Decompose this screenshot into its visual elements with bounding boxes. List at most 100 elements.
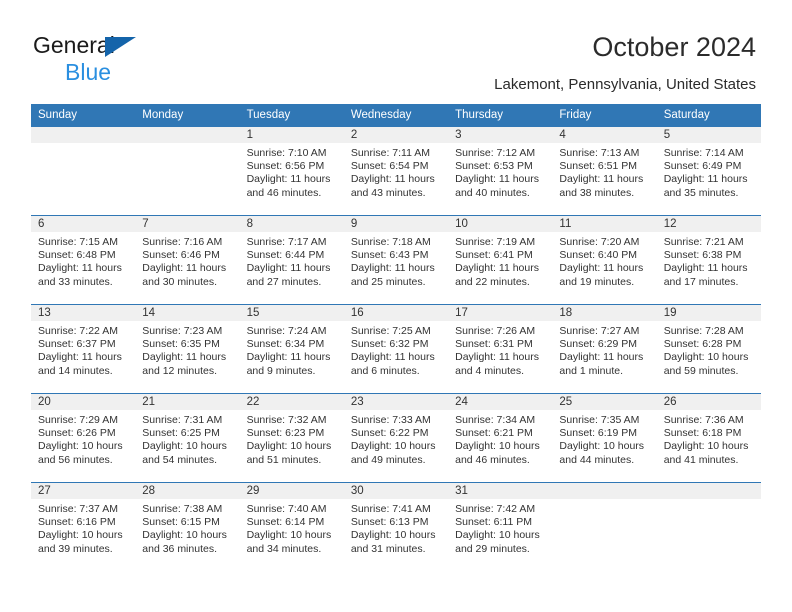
day-cell[interactable]: 20 Sunrise: 7:29 AM Sunset: 6:26 PM Dayl…: [31, 393, 136, 483]
day-cell[interactable]: 3 Sunrise: 7:12 AM Sunset: 6:53 PM Dayli…: [448, 126, 553, 216]
sunset-text: Sunset: 6:49 PM: [663, 160, 742, 173]
sunset-text: Sunset: 6:11 PM: [455, 516, 532, 529]
daylight-text-line1: Daylight: 11 hours: [350, 173, 435, 186]
general-blue-logo[interactable]: General Blue: [33, 34, 263, 86]
day-cell[interactable]: 14 Sunrise: 7:23 AM Sunset: 6:35 PM Dayl…: [135, 304, 240, 394]
sunrise-text: Sunrise: 7:14 AM: [663, 147, 744, 159]
day-cell[interactable]: 21 Sunrise: 7:31 AM Sunset: 6:25 PM Dayl…: [135, 393, 240, 483]
sunrise-text: Sunrise: 7:26 AM: [455, 325, 536, 337]
day-cell[interactable]: [656, 482, 761, 572]
daylight-text-line2: and 14 minutes.: [38, 364, 113, 377]
day-cell[interactable]: 8 Sunrise: 7:17 AM Sunset: 6:44 PM Dayli…: [239, 215, 344, 305]
calendar-body: 1 Sunrise: 7:10 AM Sunset: 6:56 PM Dayli…: [31, 126, 761, 572]
day-cell[interactable]: 28 Sunrise: 7:38 AM Sunset: 6:15 PM Dayl…: [135, 482, 240, 572]
day-number: 15: [239, 305, 344, 321]
daylight-text-line2: and 41 minutes.: [663, 453, 739, 466]
daylight-text-line1: Daylight: 10 hours: [559, 440, 645, 453]
day-cell[interactable]: 4 Sunrise: 7:13 AM Sunset: 6:51 PM Dayli…: [552, 126, 657, 216]
sunrise-text: Sunrise: 7:21 AM: [663, 236, 744, 248]
day-cell[interactable]: 10 Sunrise: 7:19 AM Sunset: 6:41 PM Dayl…: [448, 215, 553, 305]
sunrise-text: Sunrise: 7:19 AM: [455, 236, 536, 248]
day-details: Sunrise: 7:21 AM Sunset: 6:38 PM Dayligh…: [657, 232, 761, 289]
daylight-text-line1: Daylight: 11 hours: [350, 262, 435, 275]
day-details: Sunrise: 7:26 AM Sunset: 6:31 PM Dayligh…: [448, 321, 552, 378]
daylight-text-line1: Daylight: 10 hours: [663, 440, 749, 453]
day-number: 3: [448, 127, 553, 143]
sunrise-text: Sunrise: 7:22 AM: [38, 325, 118, 337]
day-cell[interactable]: [135, 126, 240, 216]
day-cell[interactable]: 16 Sunrise: 7:25 AM Sunset: 6:32 PM Dayl…: [343, 304, 449, 394]
day-number: 7: [135, 216, 240, 232]
daylight-text-line2: and 43 minutes.: [350, 186, 426, 199]
daylight-text-line1: Daylight: 11 hours: [559, 351, 644, 364]
daylight-text-line1: Daylight: 11 hours: [455, 351, 539, 364]
day-cell[interactable]: 15 Sunrise: 7:24 AM Sunset: 6:34 PM Dayl…: [239, 304, 344, 394]
daylight-text-line1: Daylight: 11 hours: [246, 262, 331, 275]
weekday-header-thursday: Thursday: [448, 104, 553, 127]
day-cell[interactable]: 2 Sunrise: 7:11 AM Sunset: 6:54 PM Dayli…: [343, 126, 449, 216]
day-cell[interactable]: 12 Sunrise: 7:21 AM Sunset: 6:38 PM Dayl…: [656, 215, 761, 305]
day-details: Sunrise: 7:22 AM Sunset: 6:37 PM Dayligh…: [31, 321, 135, 378]
day-cell[interactable]: 30 Sunrise: 7:41 AM Sunset: 6:13 PM Dayl…: [343, 482, 449, 572]
day-cell[interactable]: 22 Sunrise: 7:32 AM Sunset: 6:23 PM Dayl…: [239, 393, 344, 483]
day-cell[interactable]: 11 Sunrise: 7:20 AM Sunset: 6:40 PM Dayl…: [552, 215, 657, 305]
daylight-text-line2: and 4 minutes.: [455, 364, 525, 377]
day-cell[interactable]: 7 Sunrise: 7:16 AM Sunset: 6:46 PM Dayli…: [135, 215, 240, 305]
daylight-text-line1: Daylight: 11 hours: [455, 173, 539, 186]
daylight-text-line1: Daylight: 10 hours: [663, 351, 749, 364]
day-cell[interactable]: 6 Sunrise: 7:15 AM Sunset: 6:48 PM Dayli…: [31, 215, 136, 305]
day-cell[interactable]: 23 Sunrise: 7:33 AM Sunset: 6:22 PM Dayl…: [343, 393, 449, 483]
day-cell[interactable]: 19 Sunrise: 7:28 AM Sunset: 6:28 PM Dayl…: [656, 304, 761, 394]
day-number: 14: [135, 305, 240, 321]
page-header: General Blue October 2024 Lakemont, Penn…: [0, 0, 792, 100]
day-cell[interactable]: 27 Sunrise: 7:37 AM Sunset: 6:16 PM Dayl…: [31, 482, 136, 572]
day-number: 2: [343, 127, 449, 143]
daylight-text-line2: and 6 minutes.: [350, 364, 420, 377]
weekday-header-saturday: Saturday: [656, 104, 761, 127]
logo-text-blue: Blue: [65, 59, 112, 85]
day-cell[interactable]: 9 Sunrise: 7:18 AM Sunset: 6:43 PM Dayli…: [343, 215, 449, 305]
day-cell[interactable]: 31 Sunrise: 7:42 AM Sunset: 6:11 PM Dayl…: [448, 482, 553, 572]
calendar-header-row: Sunday Monday Tuesday Wednesday Thursday…: [31, 104, 761, 127]
daylight-text-line2: and 22 minutes.: [455, 275, 530, 288]
day-cell[interactable]: 24 Sunrise: 7:34 AM Sunset: 6:21 PM Dayl…: [448, 393, 553, 483]
day-details: Sunrise: 7:34 AM Sunset: 6:21 PM Dayligh…: [448, 410, 552, 467]
day-cell[interactable]: 13 Sunrise: 7:22 AM Sunset: 6:37 PM Dayl…: [31, 304, 136, 394]
day-cell[interactable]: 1 Sunrise: 7:10 AM Sunset: 6:56 PM Dayli…: [239, 126, 344, 216]
day-cell[interactable]: 26 Sunrise: 7:36 AM Sunset: 6:18 PM Dayl…: [656, 393, 761, 483]
sunrise-text: Sunrise: 7:42 AM: [455, 503, 536, 515]
sunset-text: Sunset: 6:28 PM: [663, 338, 742, 351]
sunset-text: Sunset: 6:19 PM: [559, 427, 638, 440]
day-cell[interactable]: [552, 482, 657, 572]
day-details: Sunrise: 7:14 AM Sunset: 6:49 PM Dayligh…: [657, 143, 761, 200]
day-number: 13: [31, 305, 136, 321]
day-number: 24: [448, 394, 553, 410]
daylight-text-line1: Daylight: 11 hours: [246, 351, 331, 364]
day-cell[interactable]: [31, 126, 136, 216]
day-number: [31, 127, 136, 143]
day-cell[interactable]: 17 Sunrise: 7:26 AM Sunset: 6:31 PM Dayl…: [448, 304, 553, 394]
daylight-text-line2: and 54 minutes.: [142, 453, 217, 466]
sunrise-text: Sunrise: 7:17 AM: [246, 236, 327, 248]
day-cell[interactable]: 18 Sunrise: 7:27 AM Sunset: 6:29 PM Dayl…: [552, 304, 657, 394]
day-cell[interactable]: 29 Sunrise: 7:40 AM Sunset: 6:14 PM Dayl…: [239, 482, 344, 572]
sunset-text: Sunset: 6:48 PM: [38, 249, 116, 262]
sunrise-text: Sunrise: 7:36 AM: [663, 414, 744, 426]
day-details: Sunrise: 7:16 AM Sunset: 6:46 PM Dayligh…: [135, 232, 239, 289]
day-number: 11: [552, 216, 657, 232]
day-number: 19: [656, 305, 761, 321]
weekday-header-tuesday: Tuesday: [239, 104, 344, 127]
sunset-text: Sunset: 6:16 PM: [38, 516, 116, 529]
daylight-text-line2: and 31 minutes.: [350, 542, 426, 555]
calendar-week-row: 1 Sunrise: 7:10 AM Sunset: 6:56 PM Dayli…: [31, 126, 761, 216]
sunrise-text: Sunrise: 7:25 AM: [350, 325, 431, 337]
day-number: 23: [343, 394, 449, 410]
day-number: 30: [343, 483, 449, 499]
day-details: Sunrise: 7:42 AM Sunset: 6:11 PM Dayligh…: [448, 499, 552, 556]
day-number: 27: [31, 483, 136, 499]
sunrise-text: Sunrise: 7:31 AM: [142, 414, 223, 426]
sunset-text: Sunset: 6:37 PM: [38, 338, 116, 351]
logo-triangle-icon: [105, 37, 136, 57]
day-cell[interactable]: 25 Sunrise: 7:35 AM Sunset: 6:19 PM Dayl…: [552, 393, 657, 483]
day-cell[interactable]: 5 Sunrise: 7:14 AM Sunset: 6:49 PM Dayli…: [656, 126, 761, 216]
